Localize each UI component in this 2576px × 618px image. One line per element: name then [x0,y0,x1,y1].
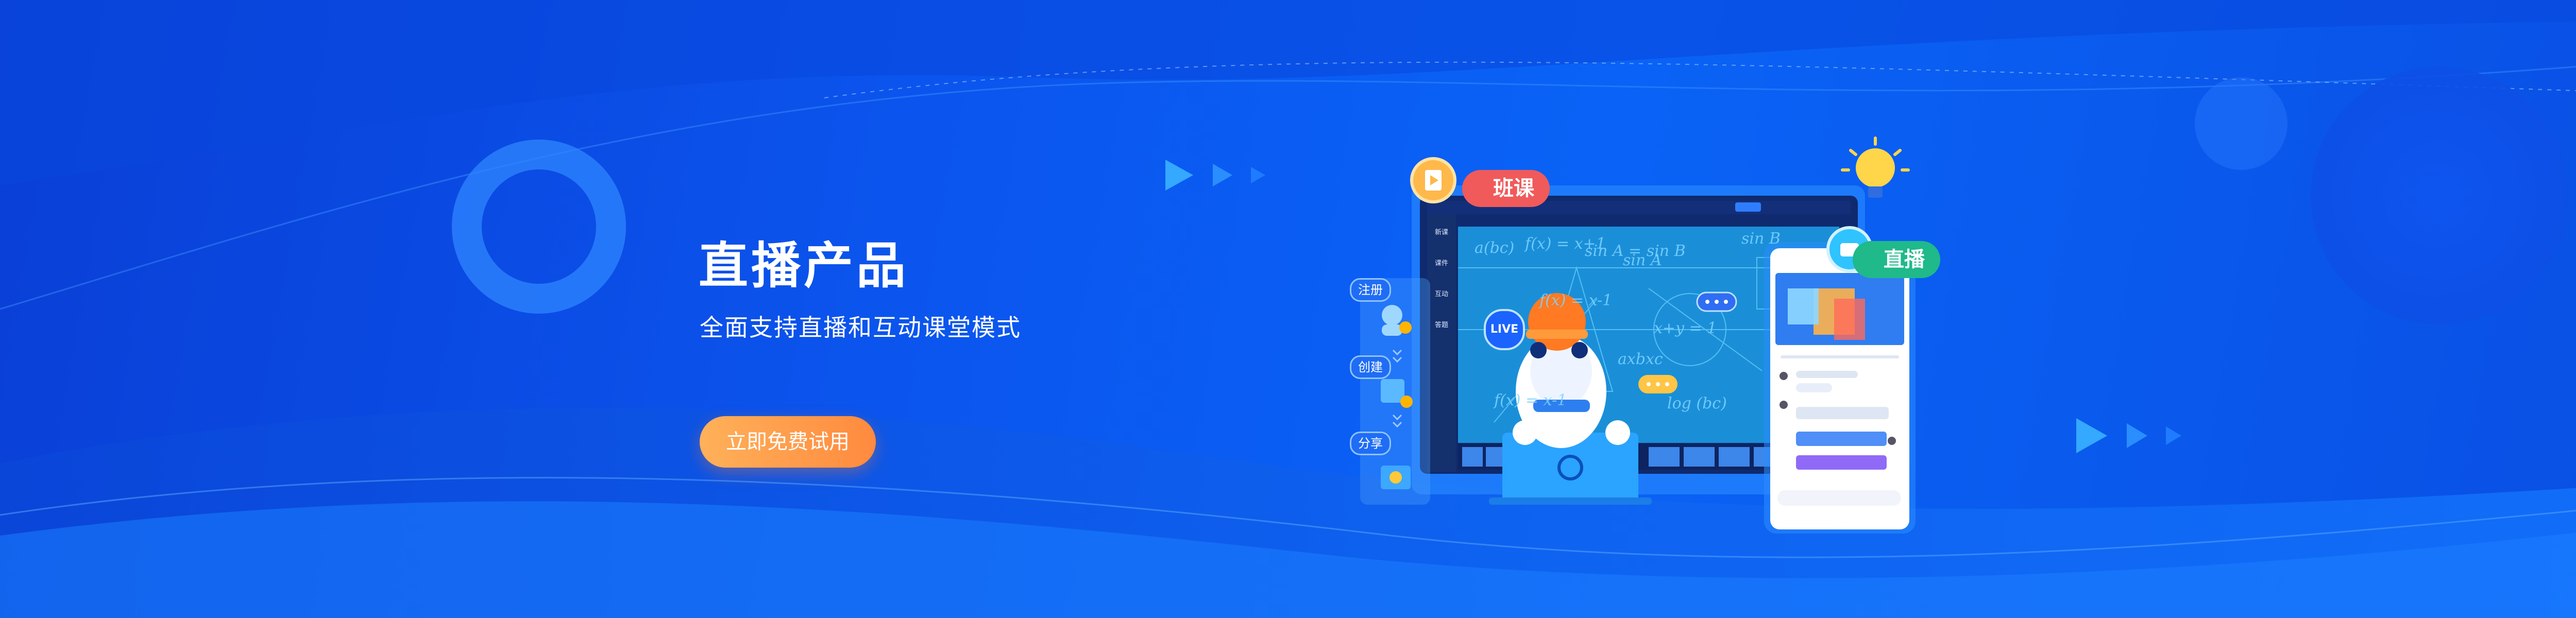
class-tag: 班课 [1462,170,1550,207]
side-menu-item: 课件 [1434,260,1448,267]
character-eye [1530,342,1547,358]
register-icon [1382,305,1402,325]
laptop-base [1489,497,1652,505]
board-formula: x+y = 1 [1654,319,1717,337]
board-formula: f(x) = x-1 [1539,291,1613,310]
step-create-label: 创建 [1350,355,1391,379]
step-register-label: 注册 [1350,278,1391,302]
board-formula: axbxc [1618,350,1663,368]
side-menu-item: 新课 [1434,229,1448,236]
product-illustration [1360,136,1916,534]
phone-input [1777,490,1901,506]
board-formula: sin A = sin B [1585,242,1686,260]
lightbulb-icon [1856,148,1895,187]
board-formula: a(bc) [1475,239,1515,257]
live-badge: LIVE [1484,309,1525,350]
board-formula: log (bc) [1667,394,1727,413]
phone-message [1796,455,1887,470]
phone-message [1796,432,1887,446]
side-menu-item: 互动 [1434,290,1448,298]
monitor-sidebar [1427,214,1456,472]
step-share-label: 分享 [1350,432,1391,455]
live-tag: 直播 [1853,241,1940,278]
board-formula: sin B [1741,230,1781,248]
topbar-button [1735,202,1761,212]
character-eye [1571,342,1588,358]
board-formula: f(x) = x-1 [1494,391,1567,409]
side-menu-item: 答题 [1434,321,1448,329]
hero-banner: 直播产品 全面支持直播和互动课堂模式 立即免费试用 班课 直播 注册 创建 分享… [0,0,2576,618]
